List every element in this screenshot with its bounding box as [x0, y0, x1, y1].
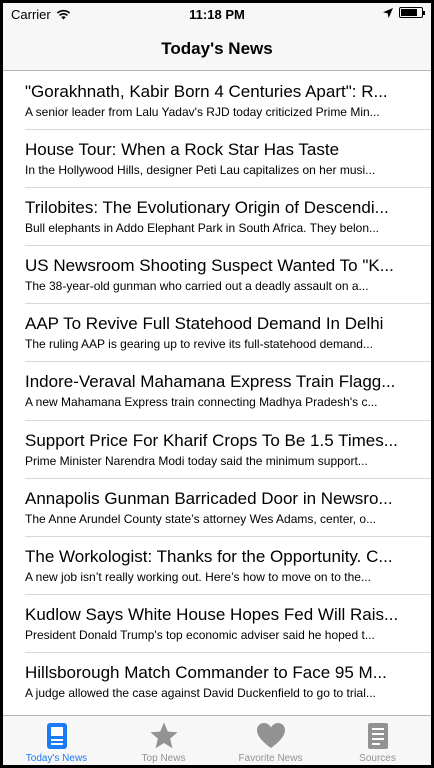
news-title: Indore-Veraval Mahamana Express Train Fl…	[25, 372, 396, 392]
news-list-item[interactable]: AAP To Revive Full Statehood Demand In D…	[3, 304, 431, 363]
news-list-item[interactable]: Kudlow Says White House Hopes Fed Will R…	[3, 595, 431, 654]
news-description: The Anne Arundel County state’s attorney…	[25, 511, 377, 526]
tab-label: Top News	[141, 753, 186, 764]
news-description: A senior leader from Lalu Yadav's RJD to…	[25, 105, 380, 119]
newspaper-icon	[46, 723, 67, 749]
battery-level	[401, 9, 417, 16]
news-list-item[interactable]: Hillsborough Match Commander to Face 95 …	[3, 653, 431, 711]
news-title: Hillsborough Match Commander to Face 95 …	[25, 662, 387, 682]
news-list-item[interactable]: The Workologist: Thanks for the Opportun…	[3, 537, 431, 595]
tab-sources[interactable]: Sources	[324, 716, 431, 765]
news-list-item[interactable]: Trilobites: The Evolutionary Origin of D…	[3, 188, 431, 247]
news-list-item[interactable]: "Gorakhnath, Kabir Born 4 Centuries Apar…	[3, 72, 431, 131]
status-bar: Carrier 11:18 PM	[3, 3, 431, 27]
heart-icon	[256, 723, 285, 748]
news-title: AAP To Revive Full Statehood Demand In D…	[25, 314, 384, 334]
tab-label: Today's News	[25, 753, 88, 764]
news-list-item[interactable]: Annapolis Gunman Barricaded Door in News…	[3, 479, 431, 537]
news-list-item[interactable]: Indore-Veraval Mahamana Express Train Fl…	[3, 362, 431, 421]
news-title: US Newsroom Shooting Suspect Wanted To "…	[25, 256, 394, 276]
news-description: President Donald Trump's top economic ad…	[25, 627, 375, 642]
status-time: 11:18 PM	[189, 7, 245, 22]
app-screen: Carrier 11:18 PM Today's News "Gorakhnat…	[3, 3, 431, 765]
news-list-item[interactable]: House Tour: When a Rock Star Has Taste In…	[3, 130, 431, 189]
list-icon	[367, 723, 388, 749]
news-description: A new job isn’t really working out. Here…	[25, 569, 371, 584]
tab-bar: Today's News Top News Favorite News Sources	[3, 715, 431, 765]
news-description: A new Mahamana Express train connecting …	[25, 395, 378, 410]
news-description: The 38-year-old gunman who carried out a…	[25, 279, 369, 294]
location-arrow-icon	[383, 7, 393, 18]
news-description: In the Hollywood Hills, designer Peti La…	[25, 163, 376, 178]
news-title: Annapolis Gunman Barricaded Door in News…	[25, 488, 393, 508]
battery-icon	[399, 7, 425, 18]
news-list-item[interactable]: Support Price For Kharif Crops To Be 1.5…	[3, 421, 431, 479]
news-description: Prime Minister Narendra Modi today said …	[25, 453, 368, 468]
news-title: "Gorakhnath, Kabir Born 4 Centuries Apar…	[25, 82, 388, 101]
news-title: Kudlow Says White House Hopes Fed Will R…	[25, 604, 399, 624]
tab-label: Sources	[359, 753, 396, 764]
news-title: The Workologist: Thanks for the Opportun…	[25, 546, 393, 566]
status-right	[383, 7, 425, 18]
news-title: Trilobites: The Evolutionary Origin of D…	[25, 198, 389, 218]
tab-label: Favorite News	[238, 753, 303, 764]
navigation-bar: Today's News	[3, 27, 431, 71]
star-icon	[150, 722, 177, 749]
tab-today-s-news[interactable]: Today's News	[3, 716, 110, 765]
tab-top-news[interactable]: Top News	[110, 716, 217, 765]
news-description: A judge allowed the case against David D…	[25, 685, 376, 700]
news-list[interactable]: "Gorakhnath, Kabir Born 4 Centuries Apar…	[3, 72, 431, 715]
news-list-item[interactable]: US Newsroom Shooting Suspect Wanted To "…	[3, 246, 431, 305]
tab-favorite-news[interactable]: Favorite News	[217, 716, 324, 765]
news-description: The ruling AAP is gearing up to revive i…	[25, 337, 373, 352]
page-title: Today's News	[161, 38, 273, 58]
news-description: Bull elephants in Addo Elephant Park in …	[25, 221, 380, 236]
news-title: House Tour: When a Rock Star Has Taste	[25, 140, 340, 160]
news-title: Support Price For Kharif Crops To Be 1.5…	[25, 430, 398, 450]
